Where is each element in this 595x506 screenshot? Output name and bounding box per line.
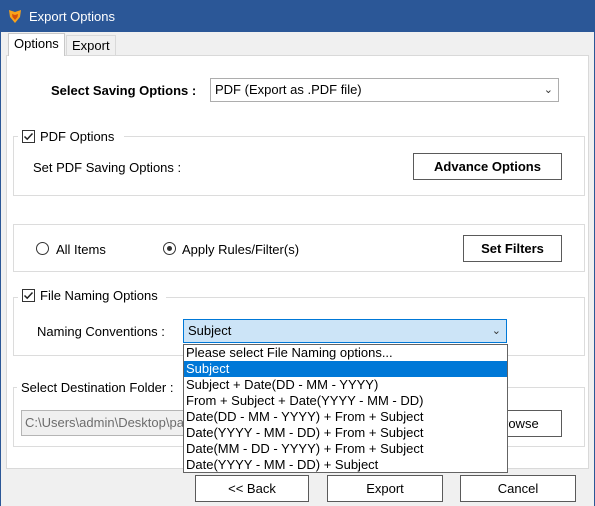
- set-filters-button[interactable]: Set Filters: [463, 235, 562, 262]
- dropdown-option-selected[interactable]: Subject: [184, 361, 507, 377]
- checkmark-icon: [23, 132, 34, 141]
- apply-rules-radio[interactable]: [163, 242, 176, 255]
- export-button[interactable]: Export: [327, 475, 443, 502]
- pdf-options-checkbox[interactable]: [22, 130, 35, 143]
- back-button[interactable]: << Back: [195, 475, 309, 502]
- saving-options-label: Select Saving Options :: [51, 83, 197, 98]
- tab-bar: Options Export: [1, 32, 594, 56]
- dropdown-option[interactable]: Date(DD - MM - YYYY) + From + Subject: [184, 409, 507, 425]
- dropdown-option[interactable]: Date(MM - DD - YYYY) + From + Subject: [184, 441, 507, 457]
- tab-options[interactable]: Options: [8, 33, 65, 56]
- title-bar: Export Options: [1, 1, 594, 32]
- saving-options-select[interactable]: PDF (Export as .PDF file) ⌄: [210, 78, 559, 102]
- dropdown-option[interactable]: Date(YYYY - MM - DD) + From + Subject: [184, 425, 507, 441]
- chevron-down-icon: ⌄: [491, 325, 501, 337]
- all-items-label: All Items: [56, 242, 106, 257]
- pdf-saving-options-label: Set PDF Saving Options :: [33, 160, 182, 175]
- tab-export[interactable]: Export: [66, 35, 116, 56]
- dropdown-option[interactable]: From + Subject + Date(YYYY - MM - DD): [184, 393, 507, 409]
- saving-options-value: PDF (Export as .PDF file): [215, 82, 362, 97]
- cancel-button[interactable]: Cancel: [460, 475, 576, 502]
- apply-rules-label: Apply Rules/Filter(s): [182, 242, 300, 257]
- destination-path-input[interactable]: C:\Users\admin\Desktop\pa: [21, 410, 196, 436]
- chevron-down-icon: ⌄: [543, 84, 553, 96]
- pdf-options-label: PDF Options: [40, 129, 115, 144]
- window-title: Export Options: [29, 9, 115, 24]
- advance-options-button[interactable]: Advance Options: [413, 153, 562, 180]
- all-items-radio[interactable]: [36, 242, 49, 255]
- destination-folder-label: Select Destination Folder :: [21, 380, 174, 395]
- dropdown-option[interactable]: Please select File Naming options...: [184, 345, 507, 361]
- radio-selected-dot: [167, 246, 172, 251]
- dropdown-option[interactable]: Date(YYYY - MM - DD) + Subject: [184, 457, 507, 473]
- naming-conventions-value: Subject: [188, 323, 232, 338]
- app-logo-icon: [7, 8, 23, 24]
- dropdown-option[interactable]: Subject + Date(DD - MM - YYYY): [184, 377, 507, 393]
- checkmark-icon: [23, 291, 34, 300]
- naming-conventions-label: Naming Conventions :: [37, 324, 165, 339]
- file-naming-checkbox[interactable]: [22, 289, 35, 302]
- naming-conventions-select[interactable]: Subject ⌄: [183, 319, 507, 343]
- export-options-window: Export Options Options Export Select Sav…: [0, 0, 595, 506]
- naming-conventions-dropdown: Please select File Naming options... Sub…: [183, 344, 508, 473]
- file-naming-label: File Naming Options: [40, 288, 158, 303]
